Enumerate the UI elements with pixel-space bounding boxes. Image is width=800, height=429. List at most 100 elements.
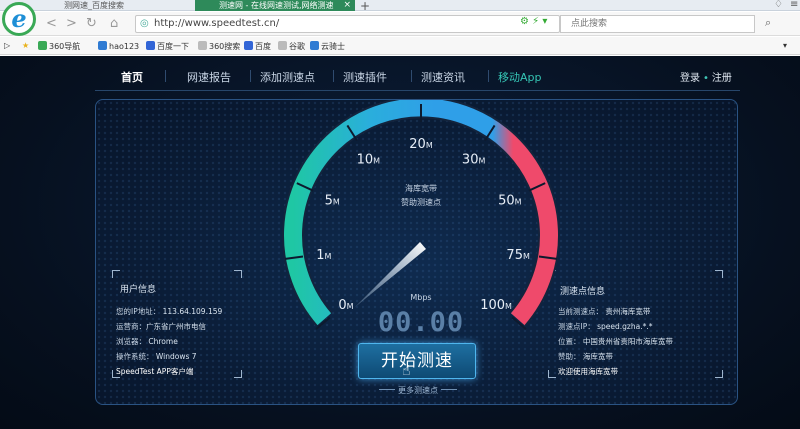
fav-label: 360搜索 [209,42,241,51]
accelerate-icon[interactable]: ⚙ ⚡ ▾ [520,16,547,27]
divider [441,389,457,390]
register-link[interactable]: 注册 [712,73,732,84]
node-info-box: 测速点信息 当前测速点： 贵州海库宽带 测速点IP： speed.gzha.*.… [548,270,723,378]
user-os-row: 操作系统： Windows 7 [116,351,197,362]
menu-icon[interactable]: ≡ [790,0,798,10]
user-isp-row: 运营商：广东省广州市电信 [116,321,206,332]
search-icon[interactable]: ⌕ [765,16,771,30]
site-icon [98,41,107,50]
home-icon[interactable]: ⌂ [110,16,118,31]
nav-plugin[interactable]: 测速插件 [343,69,387,85]
app-client-link[interactable]: SpeedTest APP客户端 [116,366,193,377]
fav-yunqishi[interactable]: 云骑士 [310,41,345,52]
close-icon[interactable]: × [343,0,351,11]
tab-baidu-search[interactable]: 测网速_百度搜索 × [40,0,210,11]
gauge-tick-label: 10M [357,152,381,167]
star-icon[interactable]: ★ [22,41,29,50]
url-text: http://www.speedtest.cn/ [154,18,280,29]
gauge-tick-label: 20M [409,137,433,152]
nav-mobile-app[interactable]: 移动App [498,69,542,85]
site-icon [244,41,253,50]
row-label: 浏览器： [116,337,146,346]
fav-label: 百度 [255,42,271,51]
fav-360-nav[interactable]: 360导航 [38,41,80,52]
site-nav: 首页 网速报告 添加测速点 测速插件 测速资讯 移动App 登录 • 注册 [95,64,740,91]
row-label: 操作系统： [116,352,154,361]
more-nodes-label: 更多测速点 [398,386,438,395]
nav-add-node[interactable]: 添加测速点 [260,69,315,85]
fav-hao123[interactable]: hao123 [98,41,139,51]
sidebar-toggle-icon[interactable]: ▷ [4,41,10,50]
sponsor-line-2: 赞助测速点 [401,197,441,207]
browser-logo[interactable]: e [2,2,36,36]
fav-label: 谷歌 [289,42,305,51]
sponsor-line-1: 海库宽带 [405,183,437,193]
fav-label: 百度一下 [157,42,189,51]
node-ip-row: 测速点IP： speed.gzha.*.* [558,321,652,332]
chevron-down-icon[interactable]: ▾ [783,41,787,50]
corner-mark [234,270,242,278]
shirt-icon[interactable]: ♢ [774,0,783,10]
fav-google[interactable]: 谷歌 [278,41,305,52]
fav-360-search[interactable]: 360搜索 [198,41,240,52]
gauge-tick-label: 50M [498,194,522,209]
address-bar[interactable]: ◎ http://www.speedtest.cn/ [135,15,560,33]
speed-readout: 00.00 [378,307,464,338]
hand-cursor-icon: ☝ [402,363,411,379]
refresh-icon[interactable]: ↻ [86,16,97,31]
more-nodes-link[interactable]: 更多测速点 [368,385,468,396]
fav-label: 360导航 [49,42,81,51]
divider [165,70,166,82]
login-link[interactable]: 登录 [680,73,700,84]
search-input[interactable] [561,16,711,32]
user-info-title: 用户信息 [120,285,157,295]
nav-home[interactable]: 首页 [121,69,143,85]
fav-baidu[interactable]: 百度 [244,41,271,52]
gauge-tick-label: 100M [480,298,512,313]
site-icon [38,41,47,50]
tab-label: 测网速_百度搜索 [64,1,124,10]
gauge-tick-label: 75M [506,248,530,263]
divider [333,70,334,82]
auth-links: 登录 • 注册 [680,69,732,84]
speedtest-panel: 用户信息 您的IP地址： 113.64.109.159 运营商：广东省广州市电信… [95,99,738,405]
globe-icon: ◎ [140,18,149,29]
fav-baidu-search[interactable]: 百度一下 [146,41,189,52]
back-icon[interactable]: < [46,16,57,31]
divider [250,70,251,82]
forward-icon[interactable]: > [66,16,77,31]
row-value: 广东省广州市电信 [146,322,206,331]
user-info-box: 用户信息 您的IP地址： 113.64.109.159 运营商：广东省广州市电信… [112,270,242,378]
row-value: 贵州海库宽带 [605,307,651,316]
row-value: 中国贵州省贵阳市海库宽带 [582,337,673,346]
tab-speedtest[interactable]: 测速网 - 在线网速测试,网络测速 × [195,0,355,11]
nav-speed-report[interactable]: 网速报告 [187,69,231,85]
row-label: 您的IP地址： [116,307,161,316]
fav-label: hao123 [109,42,140,51]
divider [379,389,395,390]
search-box[interactable] [560,15,755,33]
page-icon [278,41,287,50]
speedtest-page: 首页 网速报告 添加测速点 测速插件 测速资讯 移动App 登录 • 注册 用户信息… [0,56,800,429]
user-ip-row: 您的IP地址： 113.64.109.159 [116,306,222,317]
corner-mark [112,270,120,278]
row-value: Chrome [148,337,178,346]
node-current-row: 当前测速点： 贵州海库宽带 [558,306,650,317]
gauge-tick-label: 5M [325,194,340,209]
gauge-tick-label: 0M [338,298,353,313]
start-test-button[interactable]: 开始测速 [358,343,476,379]
fav-label: 云骑士 [321,42,345,51]
nav-news[interactable]: 测速资讯 [421,69,465,85]
divider [488,70,489,82]
row-value: 海库宽带 [582,352,613,361]
page-icon [198,41,207,50]
corner-mark [234,370,242,378]
corner-mark [715,370,723,378]
node-location-row: 位置： 中国贵州省贵阳市海库宽带 [558,336,673,347]
site-icon [146,41,155,50]
user-browser-row: 浏览器： Chrome [116,336,178,347]
dot-separator: • [703,73,709,84]
gauge-tick-label: 30M [462,152,486,167]
row-value: Windows 7 [155,352,197,361]
row-value: 113.64.109.159 [162,307,223,316]
